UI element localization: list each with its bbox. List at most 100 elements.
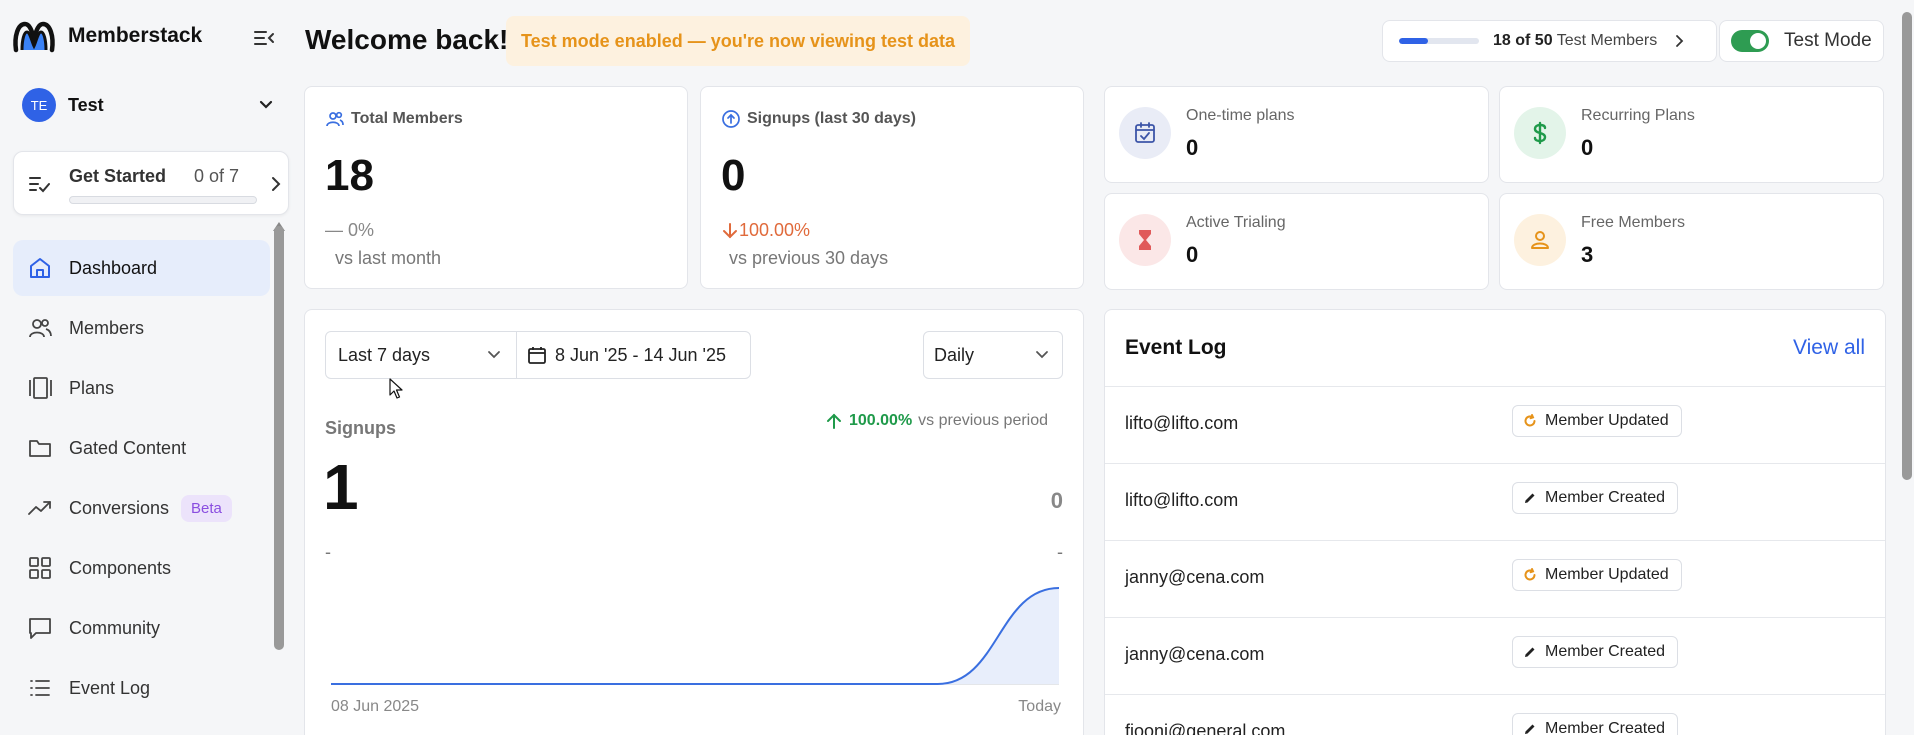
- pencil-icon: [1525, 724, 1535, 734]
- event-log-card: Event Log View all lifto@lifto.com Membe…: [1104, 309, 1886, 735]
- test-members-limit[interactable]: 18 of 50 Test Members: [1382, 20, 1717, 62]
- event-email: lifto@lifto.com: [1125, 413, 1239, 433]
- test-mode-toggle[interactable]: [1731, 30, 1769, 52]
- brand-name: Memberstack: [68, 24, 203, 47]
- users-icon: [326, 111, 344, 127]
- mouse-cursor-icon: [389, 378, 403, 399]
- chat-icon: [29, 618, 51, 639]
- project-name: Test: [68, 94, 104, 115]
- signups-chart-card: Last 7 days 8 Jun '25 - 14 Jun '25 Daily…: [304, 309, 1084, 735]
- range-select[interactable]: Last 7 days: [325, 331, 517, 379]
- current-period-dash: -: [325, 542, 331, 562]
- list-icon: [30, 680, 50, 696]
- plans-icon: [29, 377, 52, 399]
- arrow-up-circle-icon: [722, 110, 740, 128]
- event-email: janny@cena.com: [1125, 567, 1265, 587]
- event-row[interactable]: lifto@lifto.com Member Created: [1105, 463, 1885, 540]
- signups-period-change: 100.00% vs previous period: [825, 412, 1048, 430]
- event-email: lifto@lifto.com: [1125, 490, 1239, 510]
- checklist-icon: [29, 177, 50, 193]
- arrow-up-icon: [827, 413, 841, 429]
- event-log-title: Event Log: [1125, 336, 1227, 359]
- person-icon: [1531, 231, 1549, 249]
- sidebar-item-event-log[interactable]: Event Log: [13, 660, 270, 716]
- sidebar-nav: Dashboard Members Plans Gated Content Co…: [13, 240, 270, 720]
- sidebar-item-label: Event Log: [69, 677, 151, 698]
- chart-series-line: [331, 587, 1060, 685]
- sidebar-item-components[interactable]: Components: [13, 540, 270, 596]
- beta-badge: Beta: [181, 494, 232, 522]
- chevron-right-icon: [272, 177, 281, 191]
- total-members-sub: vs last month: [335, 248, 442, 268]
- free-members-value: 3: [1581, 242, 1594, 267]
- sidebar-item-label: Members: [69, 317, 145, 338]
- sidebar-item-label: Conversions: [69, 497, 170, 518]
- event-type-badge: Member Created: [1512, 713, 1679, 735]
- brand[interactable]: Memberstack: [12, 16, 202, 56]
- event-type-badge: Member Updated: [1512, 405, 1682, 437]
- get-started-title: Get Started: [69, 166, 167, 186]
- event-type-badge: Member Updated: [1512, 559, 1682, 591]
- members-progress-fill: [1399, 38, 1428, 44]
- x-tick-label-end: Today: [1018, 698, 1061, 715]
- pencil-icon: [1525, 493, 1535, 503]
- recurring-plans-value: 0: [1581, 135, 1594, 160]
- page-title: Welcome back!: [305, 24, 509, 55]
- project-avatar: TE: [22, 88, 56, 122]
- sidebar-item-conversions[interactable]: Conversions Beta: [13, 480, 270, 536]
- event-row[interactable]: lifto@lifto.com Member Updated: [1105, 386, 1885, 463]
- free-members-icon-wrap: [1514, 214, 1566, 266]
- chevron-down-icon: [1036, 351, 1048, 359]
- chevron-down-icon: [488, 351, 500, 359]
- sidebar-item-members[interactable]: Members: [13, 300, 270, 356]
- one-time-plans-card: One-time plans 0: [1104, 86, 1489, 183]
- hourglass-icon: [1139, 230, 1151, 250]
- calendar-check-icon: [1135, 122, 1155, 143]
- sidebar-item-plans[interactable]: Plans: [13, 360, 270, 416]
- signups-change: 100.00%: [721, 220, 810, 241]
- sidebar-item-dashboard[interactable]: Dashboard: [13, 240, 270, 296]
- one-time-plans-icon-wrap: [1119, 107, 1171, 159]
- date-range-picker[interactable]: 8 Jun '25 - 14 Jun '25: [516, 331, 751, 379]
- main-scrollbar[interactable]: [1902, 12, 1912, 480]
- x-tick-label-start: 08 Jun 2025: [331, 698, 420, 715]
- project-switcher[interactable]: TE Test: [22, 88, 276, 122]
- get-started-card[interactable]: Get Started 0 of 7: [13, 151, 289, 215]
- event-type-badge: Member Created: [1512, 636, 1679, 668]
- total-members-change: — 0%: [325, 220, 375, 240]
- grid-icon: [29, 557, 51, 579]
- recurring-plans-icon-wrap: [1514, 107, 1566, 159]
- collapse-sidebar-icon[interactable]: [252, 26, 276, 50]
- sidebar: Memberstack TE Test Get Started 0 of 7 D…: [0, 0, 292, 735]
- sidebar-scrollbar[interactable]: [274, 226, 284, 650]
- event-email: fiooni@general.com: [1125, 721, 1286, 735]
- signups-chart-label: Signups: [325, 418, 396, 438]
- total-members-header: Total Members: [325, 109, 463, 129]
- active-trialing-value: 0: [1186, 242, 1199, 267]
- sidebar-item-label: Dashboard: [69, 257, 158, 278]
- signups-current-total: 1: [323, 451, 359, 523]
- previous-period-dash: -: [1057, 542, 1063, 562]
- members-count-text: 18 of 50 Test Members: [1493, 32, 1658, 49]
- test-mode-label: Test Mode: [1784, 30, 1872, 51]
- signups-previous-total: 0: [1050, 488, 1063, 513]
- refresh-icon: [1524, 568, 1536, 581]
- sidebar-item-gated-content[interactable]: Gated Content: [13, 420, 270, 476]
- sidebar-item-label: Community: [69, 617, 161, 638]
- active-trialing-card: Active Trialing 0: [1104, 193, 1489, 290]
- arrow-down-icon: [723, 222, 737, 238]
- test-mode-control[interactable]: Test Mode: [1719, 20, 1884, 62]
- signups-card: Signups (last 30 days) 0 100.00% vs prev…: [700, 86, 1084, 289]
- get-started-count: 0 of 7: [194, 166, 240, 186]
- signups-header: Signups (last 30 days): [721, 109, 916, 129]
- interval-select[interactable]: Daily: [923, 331, 1063, 379]
- trending-icon: [28, 501, 51, 515]
- event-row[interactable]: janny@cena.com Member Updated: [1105, 540, 1885, 617]
- event-row[interactable]: fiooni@general.com Member Created: [1105, 694, 1885, 735]
- view-all-link[interactable]: View all: [1793, 336, 1865, 360]
- pencil-icon: [1525, 647, 1535, 657]
- signups-area-chart: [331, 587, 1060, 685]
- sidebar-item-community[interactable]: Community: [13, 600, 270, 656]
- event-type-badge: Member Created: [1512, 482, 1679, 514]
- event-row[interactable]: janny@cena.com Member Created: [1105, 617, 1885, 694]
